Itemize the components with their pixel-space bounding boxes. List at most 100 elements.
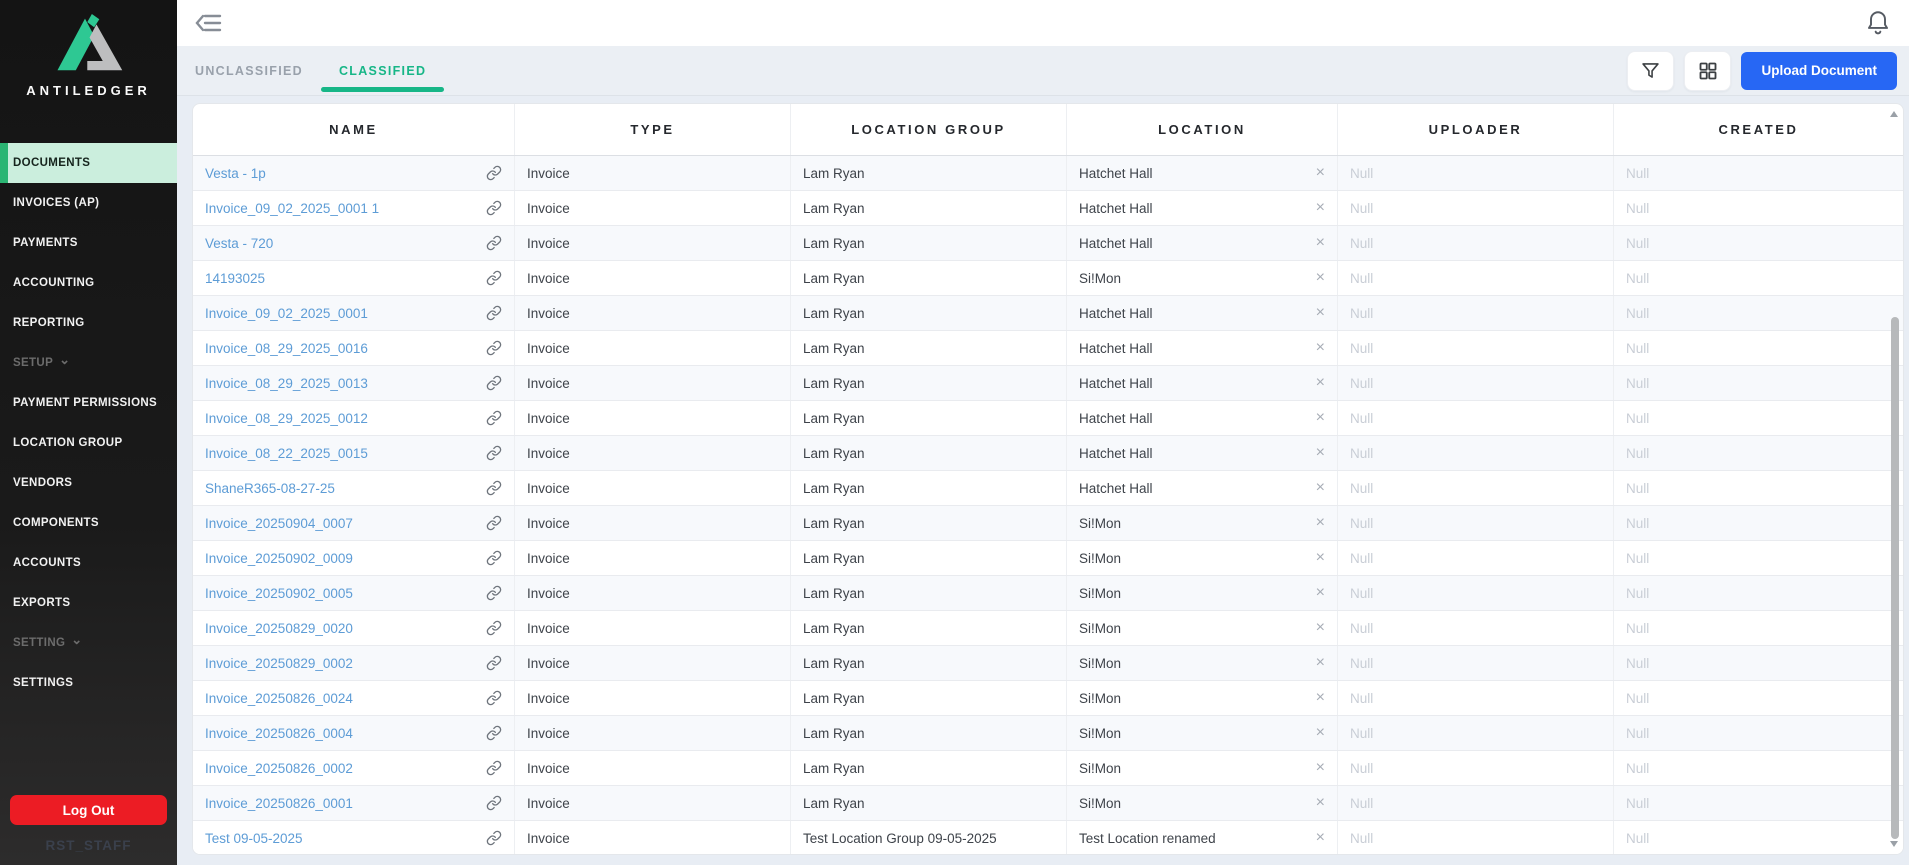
sidebar-nav-item[interactable]: SETUP — [0, 343, 177, 383]
sidebar-nav-item-label: LOCATION GROUP — [13, 437, 123, 449]
link-icon[interactable] — [486, 235, 502, 251]
sidebar-nav-item[interactable]: PAYMENT PERMISSIONS — [0, 383, 177, 423]
name-cell: Invoice_08_29_2025_0016 — [193, 331, 515, 365]
document-name-link[interactable]: Invoice_20250902_0005 — [205, 586, 353, 601]
tab[interactable]: CLASSIFIED — [320, 46, 445, 95]
uploader-cell: Null — [1338, 156, 1614, 190]
scroll-down-arrow[interactable] — [1890, 841, 1898, 847]
sidebar-nav-item[interactable]: EXPORTS — [0, 583, 177, 623]
link-icon[interactable] — [486, 305, 502, 321]
link-icon[interactable] — [486, 200, 502, 216]
link-icon[interactable] — [486, 690, 502, 706]
link-icon[interactable] — [486, 725, 502, 741]
link-icon[interactable] — [486, 445, 502, 461]
document-name-link[interactable]: Invoice_20250829_0020 — [205, 621, 353, 636]
clear-location-icon[interactable]: × — [1316, 830, 1325, 846]
sidebar-nav-item[interactable]: VENDORS — [0, 463, 177, 503]
sidebar-nav-item[interactable]: ACCOUNTS — [0, 543, 177, 583]
type-cell: Invoice — [515, 611, 791, 645]
clear-location-icon[interactable]: × — [1316, 480, 1325, 496]
upload-document-button[interactable]: Upload Document — [1741, 51, 1897, 90]
clear-location-icon[interactable]: × — [1316, 620, 1325, 636]
clear-location-icon[interactable]: × — [1316, 655, 1325, 671]
link-icon[interactable] — [486, 165, 502, 181]
link-icon[interactable] — [486, 270, 502, 286]
clear-location-icon[interactable]: × — [1316, 795, 1325, 811]
clear-location-icon[interactable]: × — [1316, 270, 1325, 286]
clear-location-icon[interactable]: × — [1316, 725, 1325, 741]
name-cell: 14193025 — [193, 261, 515, 295]
name-cell: Vesta - 720 — [193, 226, 515, 260]
document-name-link[interactable]: Invoice_08_29_2025_0012 — [205, 411, 368, 426]
clear-location-icon[interactable]: × — [1316, 235, 1325, 251]
clear-location-icon[interactable]: × — [1316, 445, 1325, 461]
location-value: Hatchet Hall — [1079, 340, 1153, 356]
link-icon[interactable] — [486, 830, 502, 846]
sidebar-nav-item[interactable]: LOCATION GROUP — [0, 423, 177, 463]
document-name-link[interactable]: Invoice_20250826_0001 — [205, 796, 353, 811]
sidebar-nav-item[interactable]: SETTING — [0, 623, 177, 663]
sidebar-nav-item[interactable]: SETTINGS — [0, 663, 177, 703]
document-name-link[interactable]: Invoice_20250826_0024 — [205, 691, 353, 706]
document-name-link[interactable]: Invoice_08_22_2025_0015 — [205, 446, 368, 461]
link-icon[interactable] — [486, 375, 502, 391]
clear-location-icon[interactable]: × — [1316, 690, 1325, 706]
clear-location-icon[interactable]: × — [1316, 165, 1325, 181]
clear-location-icon[interactable]: × — [1316, 585, 1325, 601]
sidebar-nav-item[interactable]: INVOICES (AP) — [0, 183, 177, 223]
location-group-cell: Lam Ryan — [791, 681, 1067, 715]
sidebar-nav-item[interactable]: PAYMENTS — [0, 223, 177, 263]
tab[interactable]: UNCLASSIFIED — [177, 46, 321, 95]
document-name-link[interactable]: Invoice_08_29_2025_0016 — [205, 341, 368, 356]
link-icon[interactable] — [486, 585, 502, 601]
uploader-cell: Null — [1338, 331, 1614, 365]
location-value: Hatchet Hall — [1079, 305, 1153, 321]
document-name-link[interactable]: 14193025 — [205, 271, 265, 286]
type-cell: Invoice — [515, 506, 791, 540]
link-icon[interactable] — [486, 340, 502, 356]
clear-location-icon[interactable]: × — [1316, 760, 1325, 776]
document-name-link[interactable]: Invoice_08_29_2025_0013 — [205, 376, 368, 391]
scroll-up-arrow[interactable] — [1890, 111, 1898, 117]
document-name-link[interactable]: Invoice_20250904_0007 — [205, 516, 353, 531]
collapse-sidebar-icon[interactable] — [195, 12, 222, 35]
sidebar-nav-item[interactable]: REPORTING — [0, 303, 177, 343]
document-name-link[interactable]: Invoice_20250902_0009 — [205, 551, 353, 566]
clear-location-icon[interactable]: × — [1316, 200, 1325, 216]
sidebar-nav-item[interactable]: DOCUMENTS — [0, 143, 177, 183]
document-name-link[interactable]: Vesta - 1p — [205, 166, 266, 181]
link-icon[interactable] — [486, 410, 502, 426]
sidebar-nav-item[interactable]: ACCOUNTING — [0, 263, 177, 303]
uploader-cell: Null — [1338, 506, 1614, 540]
notifications-bell-icon[interactable] — [1865, 9, 1891, 37]
link-icon[interactable] — [486, 655, 502, 671]
clear-location-icon[interactable]: × — [1316, 375, 1325, 391]
link-icon[interactable] — [486, 620, 502, 636]
clear-location-icon[interactable]: × — [1316, 515, 1325, 531]
document-name-link[interactable]: Invoice_20250829_0002 — [205, 656, 353, 671]
document-name-link[interactable]: ShaneR365-08-27-25 — [205, 481, 335, 496]
logout-button[interactable]: Log Out — [10, 795, 167, 825]
clear-location-icon[interactable]: × — [1316, 550, 1325, 566]
link-icon[interactable] — [486, 550, 502, 566]
link-icon[interactable] — [486, 795, 502, 811]
document-name-link[interactable]: Invoice_09_02_2025_0001 — [205, 306, 368, 321]
location-group-cell: Lam Ryan — [791, 751, 1067, 785]
scrollbar-thumb[interactable] — [1891, 317, 1899, 839]
document-name-link[interactable]: Invoice_09_02_2025_0001 1 — [205, 201, 379, 216]
filter-button[interactable] — [1627, 50, 1675, 91]
name-cell: Invoice_20250826_0002 — [193, 751, 515, 785]
link-icon[interactable] — [486, 480, 502, 496]
document-name-link[interactable]: Invoice_20250826_0002 — [205, 761, 353, 776]
link-icon[interactable] — [486, 515, 502, 531]
clear-location-icon[interactable]: × — [1316, 305, 1325, 321]
document-name-link[interactable]: Invoice_20250826_0004 — [205, 726, 353, 741]
sidebar-nav-item[interactable]: COMPONENTS — [0, 503, 177, 543]
document-name-link[interactable]: Test 09-05-2025 — [205, 831, 303, 846]
clear-location-icon[interactable]: × — [1316, 410, 1325, 426]
link-icon[interactable] — [486, 760, 502, 776]
clear-location-icon[interactable]: × — [1316, 340, 1325, 356]
document-name-link[interactable]: Vesta - 720 — [205, 236, 273, 251]
grid-view-button[interactable] — [1684, 50, 1732, 91]
table-scrollbar[interactable] — [1888, 109, 1900, 849]
